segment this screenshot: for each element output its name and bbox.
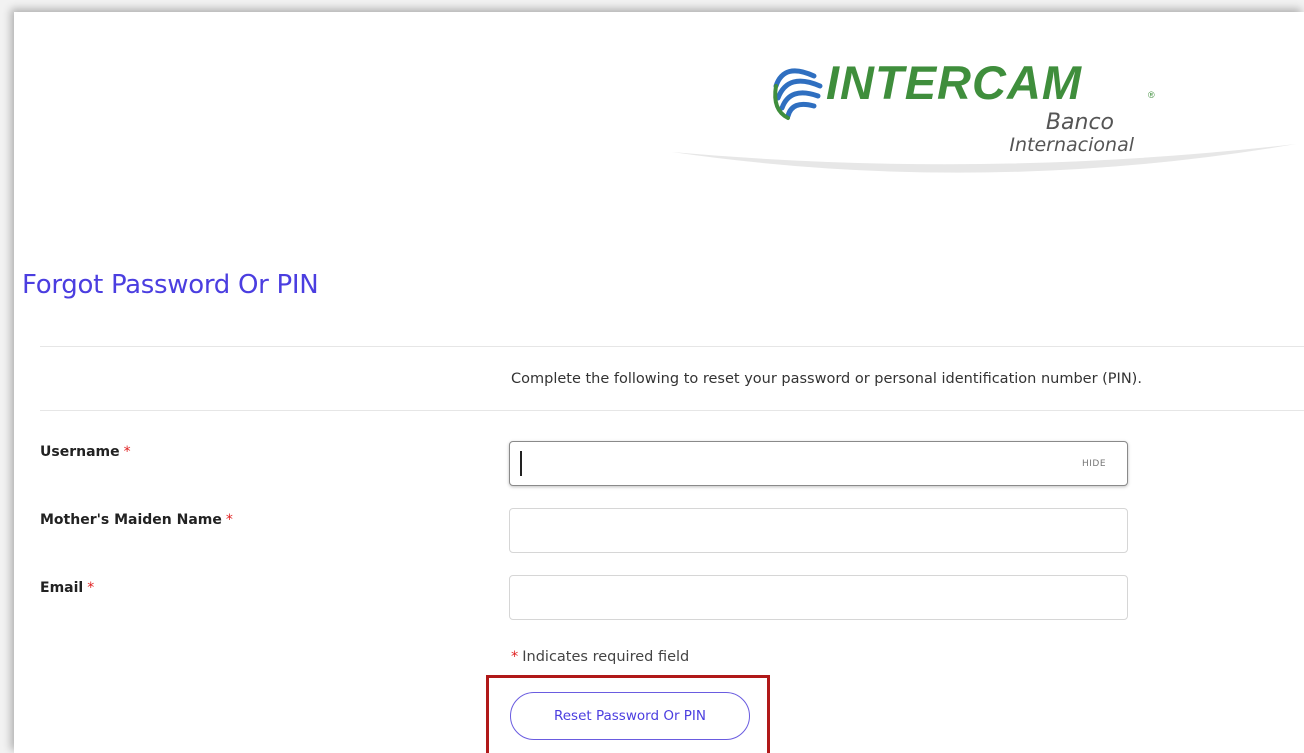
- required-asterisk: *: [123, 444, 131, 460]
- required-asterisk: *: [511, 649, 519, 665]
- bank-logo: INTERCAM ® Banco Internacional: [664, 52, 1304, 222]
- registered-mark: ®: [1148, 90, 1155, 100]
- email-label-text: Email: [40, 580, 84, 596]
- page-title: Forgot Password Or PIN: [22, 270, 319, 300]
- email-input[interactable]: [509, 575, 1128, 620]
- maiden-name-label: Mother's Maiden Name *: [40, 512, 233, 528]
- logo-subtitle-banco: Banco: [1045, 110, 1114, 135]
- globe-swoosh-icon: [773, 68, 823, 119]
- username-label-text: Username: [40, 444, 120, 460]
- username-label: Username *: [40, 444, 131, 460]
- text-cursor: [520, 451, 522, 476]
- username-input[interactable]: [509, 441, 1128, 486]
- logo-subtitle-internacional: Internacional: [1009, 134, 1134, 156]
- logo-swoosh: [672, 144, 1296, 173]
- logo-wordmark: INTERCAM: [826, 56, 1083, 109]
- divider: [40, 346, 1304, 347]
- required-asterisk: *: [225, 512, 233, 528]
- divider: [40, 410, 1304, 411]
- hide-toggle[interactable]: HIDE: [1082, 459, 1106, 469]
- email-label: Email *: [40, 580, 94, 596]
- browser-window: INTERCAM ® Banco Internacional Forgot Pa…: [14, 12, 1304, 753]
- reset-password-button[interactable]: Reset Password Or PIN: [510, 692, 750, 740]
- required-field-note: * Indicates required field: [511, 649, 689, 665]
- required-asterisk: *: [87, 580, 95, 596]
- intro-text: Complete the following to reset your pas…: [511, 371, 1142, 387]
- maiden-name-label-text: Mother's Maiden Name: [40, 512, 222, 528]
- required-note-text: Indicates required field: [522, 649, 690, 665]
- maiden-name-input[interactable]: [509, 508, 1128, 553]
